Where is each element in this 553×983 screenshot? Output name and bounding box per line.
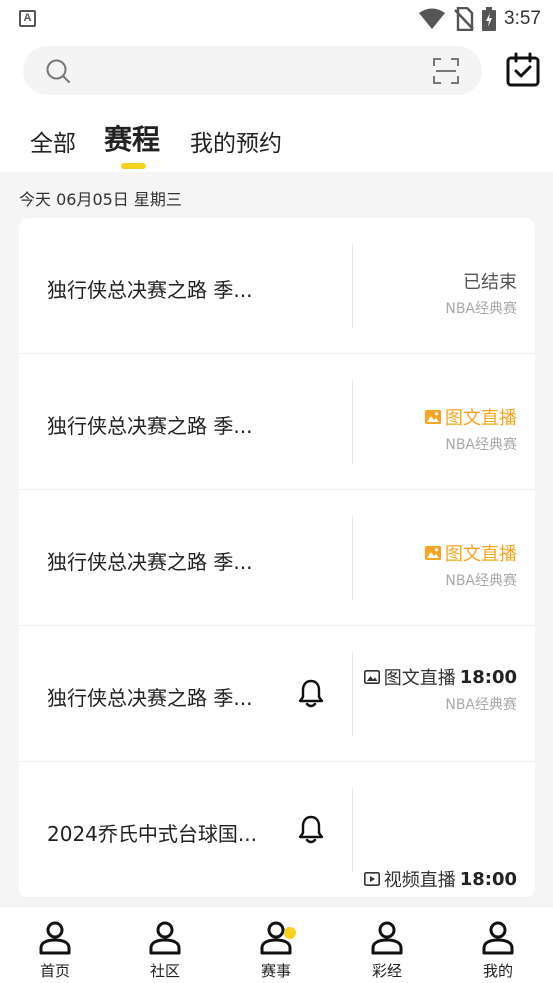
nav-mine[interactable]: 我的 — [443, 907, 553, 983]
status-time: 3:57 — [504, 8, 541, 29]
nav-events[interactable]: 赛事 — [221, 907, 331, 983]
person-icon — [371, 921, 403, 955]
match-time: 18:00 — [459, 666, 517, 688]
scan-icon[interactable] — [432, 57, 460, 85]
match-title: 2024乔氏中式台球国... — [47, 822, 257, 846]
nav-home[interactable]: 首页 — [0, 907, 110, 983]
match-title: 独行侠总决赛之路 季... — [47, 550, 253, 574]
match-row[interactable]: 独行侠总决赛之路 季... 图文直播 18:00 NBA经典赛 — [19, 626, 535, 762]
match-title: 独行侠总决赛之路 季... — [47, 278, 253, 302]
app-notification-icon: A — [19, 10, 36, 27]
match-status-label: 图文直播 — [383, 668, 456, 689]
match-row[interactable]: 独行侠总决赛之路 季... 已结束 NBA经典赛 — [19, 218, 535, 354]
bell-icon[interactable] — [297, 814, 325, 844]
match-league: NBA经典赛 — [445, 437, 517, 453]
match-status[interactable]: 图文直播 — [425, 404, 517, 430]
bottom-nav: 首页 社区 赛事 彩经 我的 — [0, 906, 553, 983]
match-row[interactable]: 独行侠总决赛之路 季... 图文直播 NBA经典赛 — [19, 490, 535, 626]
nav-label: 首页 — [39, 962, 70, 980]
tab-bar: 全部 赛程 我的预约 — [0, 106, 553, 172]
nav-community[interactable]: 社区 — [110, 907, 220, 983]
match-list-area[interactable]: 今天 06月05日 星期三 独行侠总决赛之路 季... 已结束 NBA经典赛 独… — [0, 172, 553, 983]
match-status: 已结束 — [463, 268, 517, 294]
match-status-label: 已结束 — [463, 272, 517, 293]
match-status: 视频直播 18:00 — [363, 866, 517, 892]
no-sim-icon — [454, 7, 474, 31]
match-time: 18:00 — [459, 868, 517, 890]
image-icon — [425, 410, 441, 424]
match-title: 独行侠总决赛之路 季... — [47, 414, 253, 438]
wifi-icon — [419, 8, 446, 29]
match-list-card: 独行侠总决赛之路 季... 已结束 NBA经典赛 独行侠总决赛之路 季... 图… — [19, 218, 535, 898]
match-league: NBA经典赛 — [445, 573, 517, 589]
nav-label: 赛事 — [260, 962, 291, 980]
row-divider — [352, 652, 353, 736]
tab-all[interactable]: 全部 — [30, 124, 76, 158]
calendar-check-icon[interactable] — [505, 52, 541, 88]
person-icon — [149, 921, 181, 955]
row-divider — [352, 380, 353, 464]
person-icon — [482, 921, 514, 955]
image-icon — [425, 546, 441, 560]
row-divider — [352, 516, 353, 600]
nav-label: 彩经 — [371, 962, 402, 980]
match-title: 独行侠总决赛之路 季... — [47, 686, 253, 710]
match-status[interactable]: 图文直播 — [425, 540, 517, 566]
match-status-label: 图文直播 — [445, 544, 517, 565]
search-input[interactable] — [23, 46, 482, 95]
date-header: 今天 06月05日 星期三 — [19, 190, 182, 209]
search-icon — [46, 59, 70, 83]
nav-label: 我的 — [482, 962, 513, 980]
nav-label: 社区 — [149, 962, 180, 980]
system-icons: 3:57 — [418, 6, 541, 32]
match-league: NBA经典赛 — [445, 301, 517, 317]
match-status-label: 图文直播 — [445, 408, 517, 429]
tab-schedule[interactable]: 赛程 — [104, 118, 160, 158]
video-icon — [363, 872, 380, 886]
match-row[interactable]: 2024乔氏中式台球国... 视频直播 18:00 — [19, 762, 535, 898]
active-nav-dot — [284, 927, 296, 939]
match-status-label: 视频直播 — [383, 870, 456, 891]
person-icon — [39, 921, 71, 955]
active-tab-indicator — [121, 163, 146, 169]
status-bar: A 3:57 — [0, 0, 553, 38]
tab-my-bookings[interactable]: 我的预约 — [190, 124, 282, 158]
nav-lottery[interactable]: 彩经 — [332, 907, 442, 983]
battery-charging-icon — [482, 7, 497, 31]
row-divider — [352, 244, 353, 328]
row-divider — [352, 788, 353, 872]
match-row[interactable]: 独行侠总决赛之路 季... 图文直播 NBA经典赛 — [19, 354, 535, 490]
match-status: 图文直播 18:00 — [363, 664, 517, 690]
image-icon — [363, 670, 380, 684]
match-league: NBA经典赛 — [445, 697, 517, 713]
bell-icon[interactable] — [297, 678, 325, 708]
